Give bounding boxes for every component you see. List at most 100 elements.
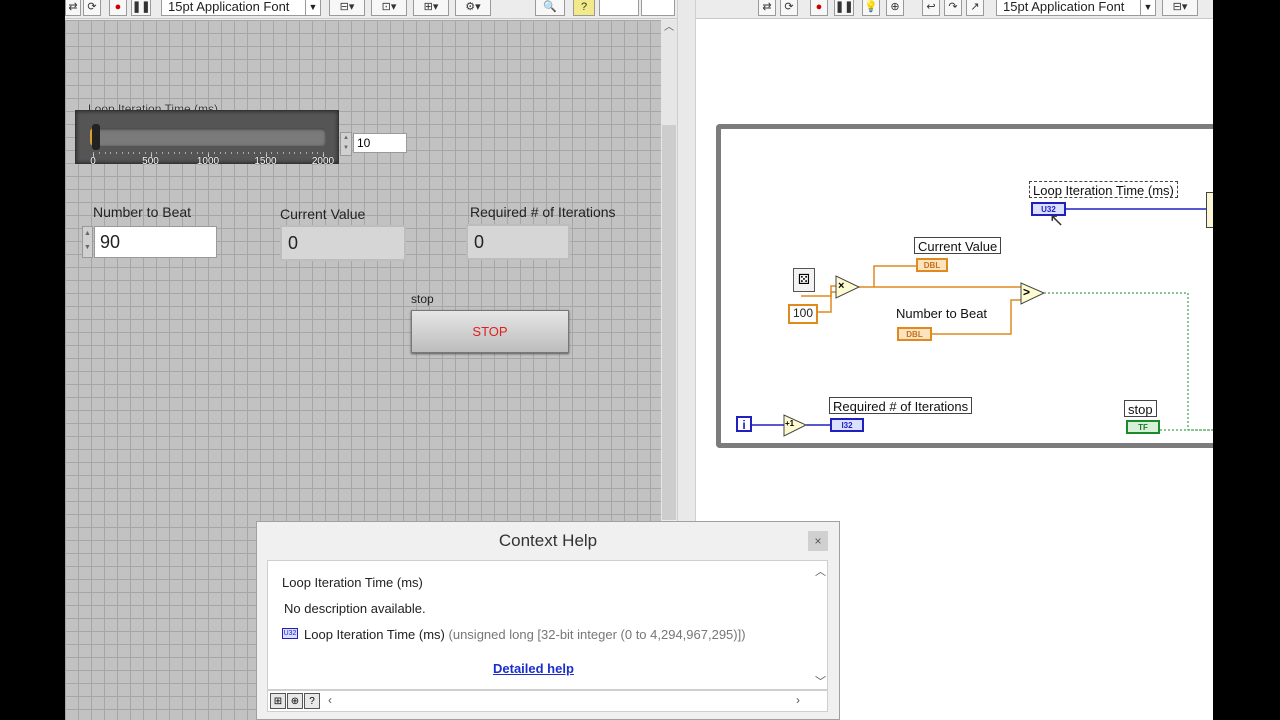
tf-terminal[interactable]: TF	[1126, 420, 1160, 434]
iteration-terminal[interactable]: i	[736, 416, 752, 432]
slider-minor-tick	[208, 152, 209, 154]
slider-minor-tick	[282, 152, 284, 154]
number-to-beat-bd-label[interactable]: Number to Beat	[896, 306, 987, 321]
scroll-left-icon[interactable]: ‹	[328, 693, 332, 707]
right-margin	[1213, 0, 1280, 720]
show-optional-terminals-icon[interactable]: ⊞	[270, 693, 286, 709]
slider-track[interactable]	[90, 124, 326, 150]
stop-button[interactable]: STOP	[411, 310, 569, 353]
required-iterations-indicator: 0	[466, 224, 570, 260]
slider-minor-tick	[242, 152, 244, 154]
number-to-beat-label: Number to Beat	[93, 204, 192, 220]
constant-100[interactable]: 100	[788, 304, 818, 324]
multiply-symbol: ×	[838, 280, 845, 292]
reorder-icon[interactable]: ⚙▾	[455, 0, 491, 16]
wait-node[interactable]	[1206, 192, 1213, 228]
slider-tick-label: 1500	[254, 156, 277, 167]
distribute-objects-icon[interactable]: ⊡▾	[371, 0, 407, 16]
slider-minor-tick	[288, 152, 290, 154]
slider-minor-tick	[190, 152, 192, 154]
dbl-control-terminal[interactable]: DBL	[897, 327, 932, 341]
align-objects-icon[interactable]: ⊟▾	[329, 0, 365, 16]
slider-increment-icon[interactable]: ▲ ▼	[340, 132, 352, 156]
current-value-indicator: 0	[280, 225, 406, 261]
chevron-down-icon: ▼	[305, 0, 320, 15]
scroll-right-icon[interactable]: ›	[796, 693, 800, 707]
detailed-help-link-wrap: Detailed help	[493, 660, 574, 678]
slider-minor-tick	[104, 152, 106, 154]
i32-terminal[interactable]: I32	[830, 418, 864, 432]
help-type-name: Loop Iteration Time (ms)	[304, 627, 445, 642]
slider-minor-tick	[231, 152, 232, 154]
context-help-title: Context Help	[498, 531, 598, 550]
slider-minor-tick	[202, 152, 204, 154]
slider-thumb[interactable]	[92, 124, 100, 150]
slider-minor-tick	[254, 152, 255, 154]
number-to-beat-input[interactable]: 90	[94, 226, 217, 258]
chevron-down-icon[interactable]: ﹀	[815, 673, 826, 689]
slider-tick-label: 0	[90, 156, 96, 167]
slider-minor-tick	[98, 152, 100, 154]
mouse-cursor-icon: ↖	[1049, 210, 1065, 230]
help-icon[interactable]: ?	[304, 693, 320, 709]
pause-icon[interactable]: ❚❚	[131, 0, 151, 16]
slider-minor-tick	[236, 152, 238, 154]
current-value-label: Current Value	[280, 206, 366, 222]
required-iterations-label: Required # of Iterations	[470, 204, 616, 220]
stop-run-icon[interactable]: ●	[109, 0, 127, 16]
left-margin	[0, 0, 65, 720]
search-icon[interactable]: 🔍	[535, 0, 565, 16]
help-type-line: Loop Iteration Time (ms) (unsigned long …	[304, 627, 746, 642]
slider-tick-label: 500	[142, 156, 159, 167]
greater-symbol: >	[1023, 285, 1031, 299]
close-icon[interactable]: ×	[808, 531, 828, 551]
abort-icon[interactable]: ⟳	[83, 0, 101, 16]
help-description: No description available.	[284, 601, 426, 616]
slider-minor-tick	[93, 152, 94, 154]
number-to-beat-incdec-icon[interactable]: ▲ ▼	[82, 226, 93, 258]
slider-minor-tick	[277, 152, 278, 154]
help-icon[interactable]: ?	[573, 0, 595, 16]
slider-minor-tick	[265, 152, 267, 154]
slider-minor-tick	[271, 152, 273, 154]
stop-bd-label[interactable]: stop	[1124, 400, 1157, 417]
context-help-window: Context Help × Loop Iteration Time (ms) …	[256, 521, 840, 720]
required-iterations-bd-label[interactable]: Required # of Iterations	[829, 397, 973, 414]
slider-minor-tick	[139, 152, 140, 154]
toolbar-box-2	[641, 0, 675, 16]
font-select[interactable]: 15pt Application Font ▼	[161, 0, 321, 16]
context-help-footer: ⊞ ⊕ ? ‹ ›	[267, 690, 828, 712]
dice-icon[interactable]: ⚄	[793, 268, 815, 292]
slider-minor-tick	[121, 152, 123, 154]
slider-minor-tick	[144, 152, 146, 154]
slider-minor-tick	[311, 152, 313, 154]
loop-iteration-slider[interactable]: 0 500 1000 1500 2000	[75, 110, 339, 167]
slider-minor-tick	[167, 152, 169, 154]
context-help-body: Loop Iteration Time (ms) No description …	[267, 560, 828, 690]
slider-minor-tick	[156, 152, 158, 154]
slider-minor-tick	[196, 152, 198, 154]
slider-minor-tick	[127, 152, 129, 154]
detailed-help-link[interactable]: Detailed help	[493, 661, 574, 676]
slider-minor-tick	[185, 152, 186, 154]
front-panel-scrollbar[interactable]: ︿	[661, 20, 677, 520]
slider-minor-tick	[179, 152, 181, 154]
resize-objects-icon[interactable]: ⊞▾	[413, 0, 449, 16]
font-select-label: 15pt Application Font	[168, 0, 290, 14]
chevron-up-icon[interactable]: ︿	[815, 563, 826, 579]
lock-icon[interactable]: ⊕	[287, 693, 303, 709]
slider-minor-tick	[225, 152, 227, 154]
slider-minor-tick	[110, 152, 112, 154]
slider-digital-display[interactable]: 10	[353, 133, 407, 153]
chevron-up-icon[interactable]: ︿	[661, 20, 677, 36]
run-continuously-icon[interactable]: ⇄	[65, 0, 81, 16]
slider-tick-label: 1000	[196, 156, 220, 167]
scrollbar-thumb[interactable]	[662, 125, 676, 520]
slider-minor-tick	[300, 152, 301, 154]
loop-iteration-time-label[interactable]: Loop Iteration Time (ms)	[1029, 181, 1178, 198]
u32-type-icon: U32	[282, 628, 298, 639]
slider-minor-tick	[116, 152, 117, 154]
dbl-indicator-terminal[interactable]: DBL	[916, 258, 948, 272]
slider-tick-label: 2000	[311, 156, 335, 167]
current-value-bd-label[interactable]: Current Value	[914, 237, 1002, 254]
